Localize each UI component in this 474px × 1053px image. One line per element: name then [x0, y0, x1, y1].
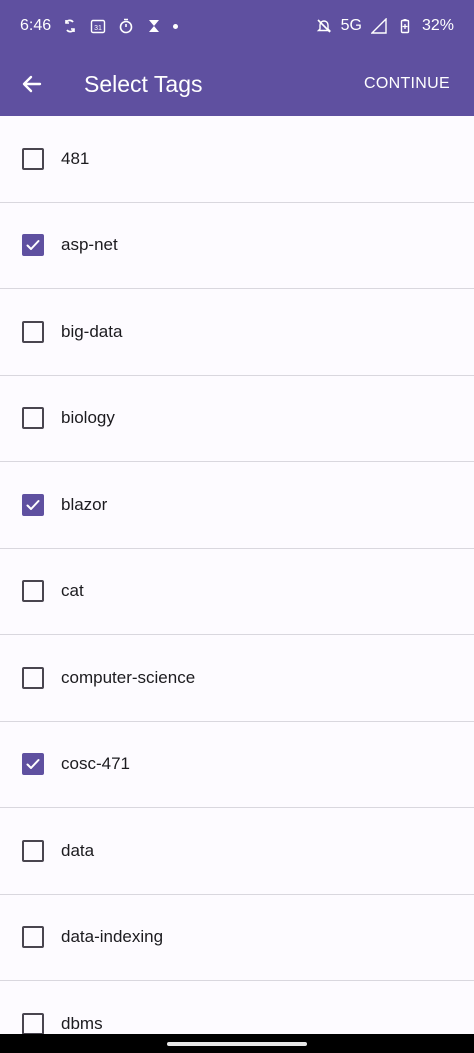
tag-list-item[interactable]: 481 — [0, 116, 474, 203]
tag-label: asp-net — [61, 235, 118, 255]
checkmark-icon — [26, 240, 40, 251]
tag-label: cosc-471 — [61, 754, 130, 774]
back-button[interactable] — [0, 52, 64, 116]
tag-label: computer-science — [61, 667, 196, 687]
sync-icon — [61, 17, 79, 35]
tag-checkbox[interactable] — [22, 147, 44, 170]
tag-label: 481 — [61, 148, 90, 168]
network-type: 5G — [340, 17, 362, 34]
tag-label: dbms — [61, 1013, 103, 1033]
navigation-bar — [0, 1034, 474, 1053]
tag-list-item[interactable]: computer-science — [0, 635, 474, 722]
status-left: 6:46 31 — [20, 17, 179, 35]
checkmark-icon — [26, 499, 40, 510]
app-bar: Select Tags CONTINUE — [0, 52, 474, 116]
tag-list-item[interactable]: data — [0, 808, 474, 895]
tag-list-item[interactable]: asp-net — [0, 203, 474, 289]
signal-icon — [370, 17, 388, 35]
checkmark-icon — [26, 759, 40, 770]
tag-label: big-data — [61, 321, 123, 341]
notification-dot — [173, 23, 179, 29]
tag-checkbox[interactable] — [22, 493, 44, 516]
status-time: 6:46 — [20, 17, 52, 34]
tag-label: cat — [61, 581, 84, 601]
tag-checkbox[interactable] — [22, 753, 44, 776]
tag-checkbox[interactable] — [22, 1012, 44, 1034]
tag-label: data — [61, 840, 95, 860]
status-right: 5G 32% — [315, 17, 454, 35]
tag-label: biology — [61, 408, 115, 428]
tag-list-item[interactable]: cat — [0, 549, 474, 635]
timer-icon — [117, 17, 135, 35]
page-title: Select Tags — [84, 70, 203, 97]
tag-list-item[interactable]: biology — [0, 376, 474, 462]
status-bar: 6:46 31 5G 32% — [0, 0, 474, 52]
notifications-off-icon — [315, 17, 333, 35]
calendar-day: 31 — [94, 25, 102, 32]
tag-list: 481 asp-net big-data biology blazor cat … — [0, 116, 474, 1034]
battery-saver-icon — [396, 17, 414, 35]
tag-list-item[interactable]: data-indexing — [0, 895, 474, 981]
tag-list-item[interactable]: dbms — [0, 981, 474, 1034]
gesture-handle[interactable] — [167, 1041, 307, 1046]
tag-list-item[interactable]: blazor — [0, 462, 474, 549]
tag-checkbox[interactable] — [22, 666, 44, 689]
tag-list-item[interactable]: cosc-471 — [0, 722, 474, 808]
tag-list-item[interactable]: big-data — [0, 289, 474, 376]
battery-percent: 32% — [421, 17, 454, 34]
tag-checkbox[interactable] — [22, 926, 44, 949]
calendar-icon: 31 — [89, 17, 107, 35]
tag-checkbox[interactable] — [22, 234, 44, 257]
tag-checkbox[interactable] — [22, 320, 44, 343]
arrow-back-icon — [22, 75, 42, 93]
continue-button[interactable]: CONTINUE — [364, 75, 450, 93]
tag-checkbox[interactable] — [22, 839, 44, 862]
tag-checkbox[interactable] — [22, 407, 44, 430]
tag-label: blazor — [61, 494, 108, 514]
tag-label: data-indexing — [61, 927, 164, 947]
hourglass-icon — [145, 17, 163, 35]
tag-checkbox[interactable] — [22, 580, 44, 603]
